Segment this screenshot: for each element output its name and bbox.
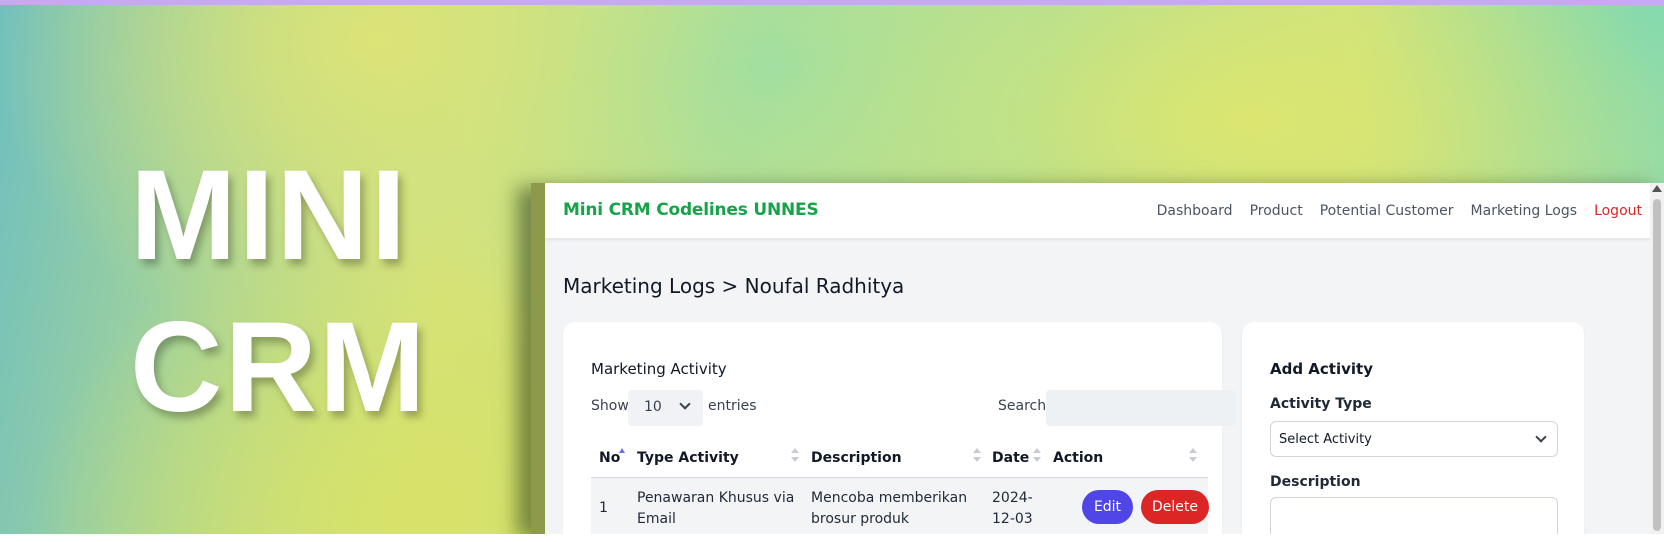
edit-button[interactable]: Edit: [1082, 490, 1133, 524]
scroll-up-arrow-icon[interactable]: [1652, 185, 1662, 192]
chevron-down-icon: [1535, 431, 1547, 443]
cell-date-line2: 12-03: [992, 511, 1033, 527]
sort-icon: [1189, 448, 1197, 464]
cell-date: 2024- 12-03: [992, 488, 1033, 530]
cell-type: Penawaran Khusus via Email: [637, 488, 794, 530]
activity-type-label: Activity Type: [1270, 396, 1372, 412]
table-row: 1 Penawaran Khusus via Email Mencoba mem…: [591, 478, 1209, 534]
activity-table: No Type Activity Description Date Action…: [591, 438, 1209, 534]
header-description[interactable]: Description: [811, 450, 902, 466]
activity-type-value: Select Activity: [1279, 432, 1372, 447]
cell-type-line1: Penawaran Khusus via: [637, 490, 795, 506]
app-screenshot-window: Mini CRM Codelines UNNES Dashboard Produ…: [531, 183, 1664, 534]
sort-icon: [1033, 448, 1041, 464]
table-header: No Type Activity Description Date Action: [591, 438, 1208, 478]
sort-icon: [791, 448, 799, 464]
vertical-scrollbar[interactable]: [1650, 183, 1664, 534]
description-label: Description: [1270, 474, 1361, 490]
chevron-down-icon: [679, 398, 691, 410]
nav-marketing-logs[interactable]: Marketing Logs: [1471, 203, 1578, 219]
cell-no: 1: [599, 500, 608, 516]
hero-title-line2: CRM: [130, 296, 428, 439]
nav-links: Dashboard Product Potential Customer Mar…: [1157, 203, 1642, 219]
nav-potential-customer[interactable]: Potential Customer: [1320, 203, 1454, 219]
nav-dashboard[interactable]: Dashboard: [1157, 203, 1233, 219]
hero-background: MINI CRM Mini CRM Codelines UNNES Dashbo…: [0, 0, 1664, 534]
page-title: Marketing Logs > Noufal Radhitya: [563, 274, 905, 298]
search-input[interactable]: [1046, 390, 1236, 426]
table-controls: Show 10 entries Search:: [591, 390, 1236, 426]
sort-ascending-icon: [619, 448, 625, 453]
cell-type-line2: Email: [637, 511, 676, 527]
nav-logout[interactable]: Logout: [1594, 203, 1642, 219]
add-activity-card: Add Activity Activity Type Select Activi…: [1242, 322, 1584, 534]
sort-icon: [973, 448, 981, 464]
cell-description-line2: brosur produk: [811, 511, 910, 527]
hero-title-line1: MINI: [130, 144, 409, 287]
navbar: Mini CRM Codelines UNNES Dashboard Produ…: [545, 183, 1650, 239]
cell-description-line1: Mencoba memberikan: [811, 490, 968, 506]
description-textarea[interactable]: [1270, 497, 1558, 534]
header-no[interactable]: No: [599, 450, 620, 466]
activity-type-select[interactable]: Select Activity: [1270, 421, 1558, 457]
entries-label: entries: [708, 398, 757, 414]
top-accent-strip: [0, 0, 1664, 5]
hero-title: MINI CRM: [130, 140, 460, 444]
cell-date-line1: 2024-: [992, 490, 1033, 506]
marketing-activity-title: Marketing Activity: [591, 360, 727, 378]
nav-product[interactable]: Product: [1250, 203, 1303, 219]
entries-value: 10: [644, 399, 662, 415]
brand-logo[interactable]: Mini CRM Codelines UNNES: [563, 200, 819, 220]
entries-select[interactable]: 10: [628, 390, 703, 426]
add-activity-title: Add Activity: [1270, 360, 1373, 378]
show-label: Show: [591, 398, 629, 414]
delete-button[interactable]: Delete: [1141, 490, 1209, 524]
header-action[interactable]: Action: [1053, 450, 1103, 466]
window-shadow-edge: [531, 183, 545, 534]
header-date[interactable]: Date: [992, 450, 1029, 466]
marketing-activity-card: Marketing Activity Show 10 entries Searc…: [563, 322, 1236, 534]
header-type-activity[interactable]: Type Activity: [637, 450, 739, 466]
search-label: Search:: [998, 398, 1051, 414]
cell-description: Mencoba memberikan brosur produk: [811, 488, 967, 530]
scrollbar-thumb[interactable]: [1653, 199, 1661, 531]
